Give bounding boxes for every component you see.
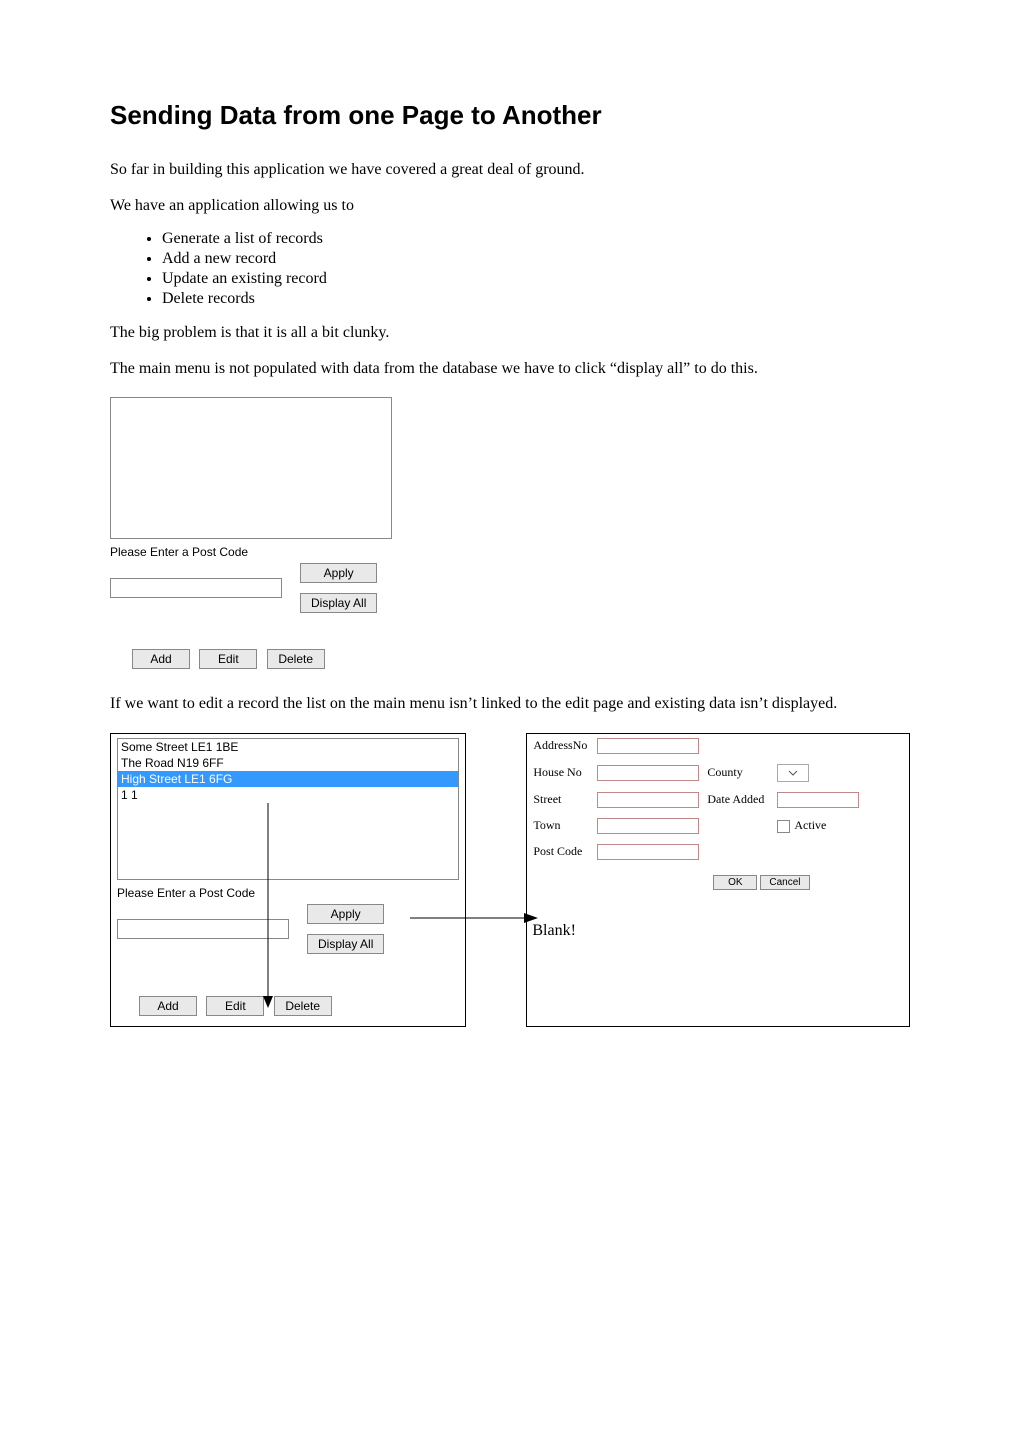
delete-button[interactable]: Delete: [267, 649, 325, 669]
edit-button[interactable]: Edit: [206, 996, 264, 1016]
list-item[interactable]: 1 1: [118, 787, 458, 803]
list-item: Add a new record: [162, 250, 910, 268]
county-select[interactable]: [777, 764, 809, 782]
figure-edit-page: Some Street LE1 1BE The Road N19 6FF Hig…: [110, 733, 910, 1027]
add-button[interactable]: Add: [139, 996, 197, 1016]
field-label: County: [707, 765, 777, 780]
edit-button[interactable]: Edit: [199, 649, 257, 669]
field-label: AddressNo: [533, 738, 597, 753]
postcode-label: Please Enter a Post Code: [110, 545, 910, 559]
paragraph: If we want to edit a record the list on …: [110, 693, 910, 715]
display-all-button[interactable]: Display All: [300, 593, 377, 613]
list-item: Update an existing record: [162, 270, 910, 288]
postcode-input[interactable]: [117, 919, 289, 939]
field-label: Street: [533, 792, 597, 807]
field-label: Post Code: [533, 844, 597, 859]
chevron-down-icon: [788, 769, 798, 777]
active-checkbox-wrap[interactable]: Active: [777, 818, 867, 833]
records-listbox[interactable]: [110, 397, 392, 539]
apply-button[interactable]: Apply: [300, 563, 377, 583]
field-label: Active: [794, 818, 826, 832]
field-label: House No: [533, 765, 597, 780]
list-item[interactable]: High Street LE1 6FG: [118, 771, 458, 787]
ok-button[interactable]: OK: [713, 875, 757, 890]
delete-button[interactable]: Delete: [274, 996, 332, 1016]
list-item[interactable]: The Road N19 6FF: [118, 755, 458, 771]
bullet-list: Generate a list of records Add a new rec…: [110, 230, 910, 308]
active-checkbox[interactable]: [777, 820, 790, 833]
postcode-label: Please Enter a Post Code: [117, 886, 459, 900]
field-label: Date Added: [707, 792, 777, 807]
paragraph: The main menu is not populated with data…: [110, 358, 910, 380]
town-input[interactable]: [597, 818, 699, 834]
postcode-input[interactable]: [597, 844, 699, 860]
apply-button[interactable]: Apply: [307, 904, 384, 924]
addressno-input[interactable]: [597, 738, 699, 754]
paragraph: So far in building this application we h…: [110, 159, 910, 181]
houseno-input[interactable]: [597, 765, 699, 781]
blank-callout: Blank!: [532, 922, 576, 940]
figure-main-menu: Please Enter a Post Code Apply Display A…: [110, 397, 910, 669]
list-item: Delete records: [162, 290, 910, 308]
display-all-button[interactable]: Display All: [307, 934, 384, 954]
left-panel: Some Street LE1 1BE The Road N19 6FF Hig…: [110, 733, 466, 1027]
street-input[interactable]: [597, 792, 699, 808]
paragraph: We have an application allowing us to: [110, 195, 910, 217]
field-label: Town: [533, 818, 597, 833]
list-item: Generate a list of records: [162, 230, 910, 248]
postcode-input[interactable]: [110, 578, 282, 598]
page-title: Sending Data from one Page to Another: [110, 100, 910, 131]
edit-form-panel: AddressNo House No County Street Date Ad…: [526, 733, 910, 1027]
cancel-button[interactable]: Cancel: [760, 875, 809, 890]
paragraph: The big problem is that it is all a bit …: [110, 322, 910, 344]
records-listbox[interactable]: Some Street LE1 1BE The Road N19 6FF Hig…: [117, 738, 459, 880]
add-button[interactable]: Add: [132, 649, 190, 669]
list-item[interactable]: Some Street LE1 1BE: [118, 739, 458, 755]
dateadded-input[interactable]: [777, 792, 859, 808]
